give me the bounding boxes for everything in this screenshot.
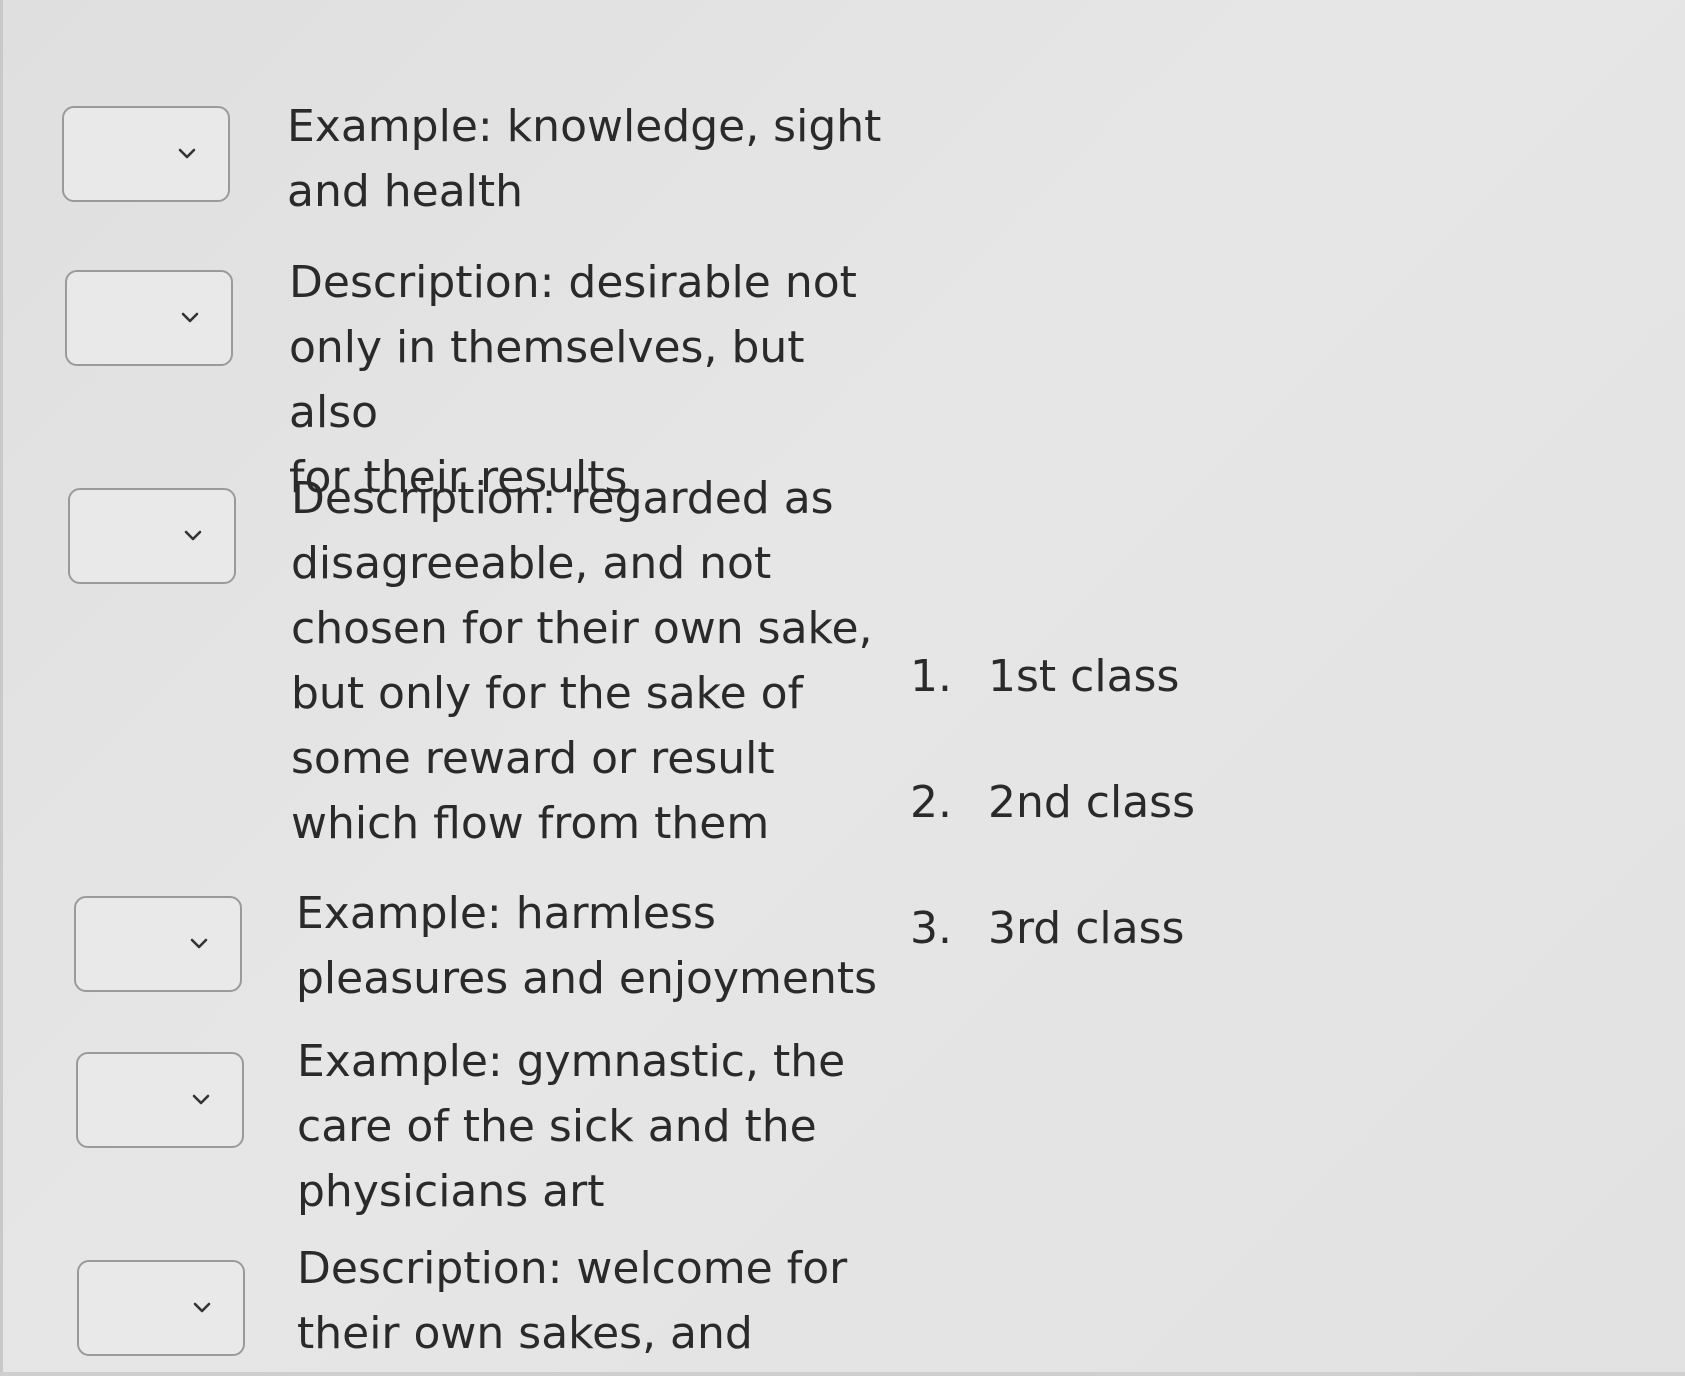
prompt-text-5: Example: gymnastic, the care of the sick…: [297, 1036, 846, 1217]
matching-question: Example: knowledge, sight and health Des…: [0, 0, 1685, 1376]
option-number: 3.: [910, 903, 952, 954]
match-select-2[interactable]: [65, 270, 233, 366]
chevron-down-icon: [193, 1302, 211, 1313]
match-select-1[interactable]: [62, 106, 230, 202]
chevron-down-icon: [184, 530, 202, 541]
match-select-4[interactable]: [74, 896, 242, 992]
chevron-down-icon: [181, 312, 199, 323]
option-2: 2. 2nd class: [910, 776, 1195, 902]
prompt-text-4: Example: harmless pleasures and enjoymen…: [296, 888, 878, 1004]
chevron-down-icon: [178, 148, 196, 159]
option-label: 2nd class: [988, 777, 1196, 828]
match-select-5[interactable]: [76, 1052, 244, 1148]
answer-options-list: 1. 1st class 2. 2nd class 3. 3rd class: [910, 650, 1195, 1028]
option-label: 1st class: [988, 651, 1180, 702]
match-select-3[interactable]: [68, 488, 236, 584]
option-number: 2.: [910, 777, 952, 828]
chevron-down-icon: [190, 938, 208, 949]
match-select-6[interactable]: [77, 1260, 245, 1356]
option-number: 1.: [910, 651, 952, 702]
option-3: 3. 3rd class: [910, 902, 1195, 1028]
option-label: 3rd class: [988, 903, 1185, 954]
left-edge: [0, 0, 3, 1376]
bottom-edge: [0, 1372, 1685, 1376]
chevron-down-icon: [192, 1094, 210, 1105]
option-1: 1. 1st class: [910, 650, 1195, 776]
prompt-text-6: Description: welcome for their own sakes…: [297, 1243, 848, 1359]
prompt-text-1: Example: knowledge, sight and health: [287, 101, 882, 217]
prompt-text-3: Description: regarded as disagreeable, a…: [291, 473, 873, 849]
